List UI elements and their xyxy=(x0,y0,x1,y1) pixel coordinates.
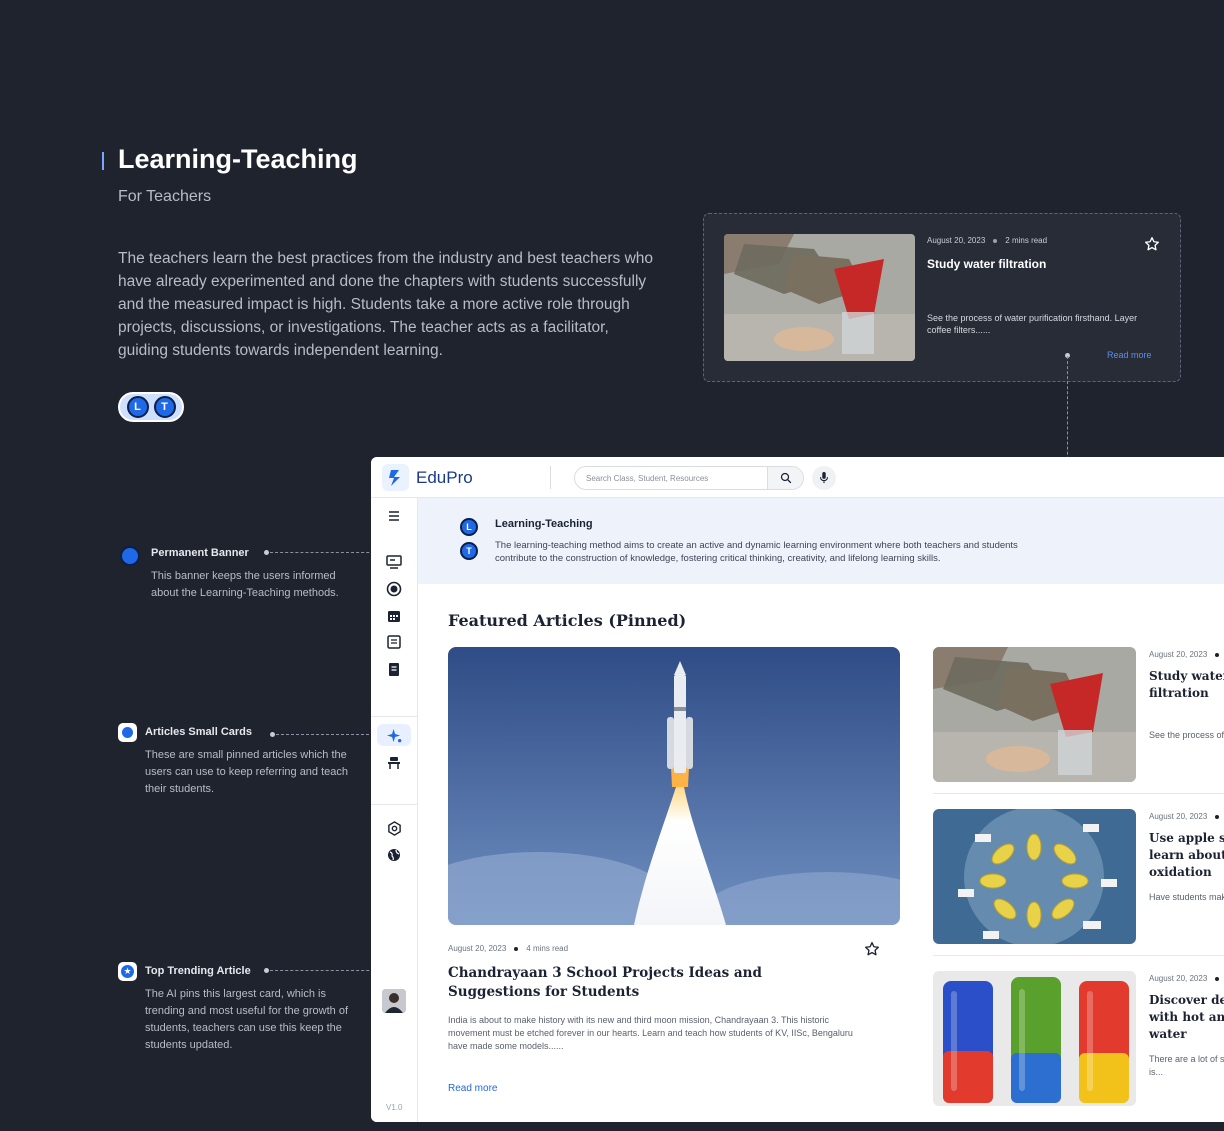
page-title: Learning-Teaching xyxy=(118,144,358,174)
annotation-text: The AI pins this largest card, which is … xyxy=(145,988,349,1051)
microphone-icon xyxy=(820,472,828,484)
article-date: August 20, 2023 xyxy=(927,236,986,245)
section-title: Featured Articles (Pinned) xyxy=(448,611,687,630)
banner-icons: L T xyxy=(460,518,478,566)
star-icon[interactable] xyxy=(1144,236,1160,252)
card-meta: August 20, 2023 xyxy=(1149,974,1224,983)
search-button[interactable] xyxy=(767,467,803,489)
sidebar: V1.0 xyxy=(371,498,418,1122)
annotation-title: Top Trending Article xyxy=(145,965,251,977)
read-more-link[interactable]: Read more xyxy=(1107,350,1152,360)
annotation-title: Articles Small Cards xyxy=(145,726,252,738)
article-excerpt: See the process of water purification fi… xyxy=(927,313,1138,335)
article-title: Study water filtration xyxy=(927,257,1047,271)
rocket-launch-image[interactable] xyxy=(448,647,900,925)
apple-slices-image xyxy=(933,809,1136,944)
card-meta: August 20, 2023 xyxy=(1149,812,1224,821)
colored-water-bottles-image xyxy=(933,971,1136,1106)
app-version: V1.0 xyxy=(386,1103,403,1112)
card-title: Discover density with hot and cold water xyxy=(1149,993,1224,1041)
card-date: August 20, 2023 xyxy=(1149,974,1208,983)
menu-icon[interactable] xyxy=(383,505,405,527)
article-card-preview[interactable]: August 20, 2023 2 mins read Study water … xyxy=(703,213,1181,382)
articles-icon xyxy=(118,723,137,742)
classroom-icon[interactable] xyxy=(383,551,405,573)
banner-title: Learning-Teaching xyxy=(495,518,593,530)
card-date: August 20, 2023 xyxy=(1149,650,1208,659)
meta-dot xyxy=(1215,976,1220,981)
hero-meta: August 20, 2023 4 mins read xyxy=(448,944,568,953)
banner-text: The learning-teaching method aims to cre… xyxy=(495,540,1018,564)
edupro-app-window: EduPro Search Class, Student, Resources … xyxy=(371,457,1224,1122)
top-bar: EduPro xyxy=(371,457,1224,498)
learning-icon: L xyxy=(126,396,149,418)
voice-search-button[interactable] xyxy=(812,466,836,490)
search-icon xyxy=(780,472,791,484)
permanent-banner: L T Learning-Teaching The learning-teach… xyxy=(418,498,1224,584)
hero-read-time: 4 mins read xyxy=(526,944,569,953)
hero-title[interactable]: Chandrayaan 3 School Projects Ideas and … xyxy=(448,964,848,1002)
card-meta: August 20, 2023 xyxy=(1149,650,1224,659)
small-article-card[interactable]: August 20, 2023 Discover density with ho… xyxy=(933,971,1224,1106)
settings-icon[interactable] xyxy=(383,817,405,839)
connector-dot xyxy=(264,550,269,555)
search-input[interactable] xyxy=(575,467,767,489)
learning-teaching-toggle[interactable]: L T xyxy=(118,392,184,422)
annotation-title: Permanent Banner xyxy=(151,547,249,559)
brand-name: EduPro xyxy=(416,468,473,487)
document-icon[interactable] xyxy=(383,658,405,680)
teaching-icon: T xyxy=(460,542,478,560)
articles-sparkle-icon[interactable] xyxy=(377,724,411,746)
meta-dot xyxy=(514,946,519,951)
connector-dot xyxy=(264,968,269,973)
star-icon[interactable] xyxy=(864,941,880,957)
small-article-card[interactable]: August 20, 2023 Study water filtration S… xyxy=(933,647,1224,782)
calendar-icon[interactable] xyxy=(383,605,405,627)
learning-teaching-icon[interactable] xyxy=(383,578,405,600)
article-meta: August 20, 2023 2 mins read xyxy=(927,236,1047,245)
star-badge-icon: ★ xyxy=(118,962,137,981)
water-filtration-image xyxy=(933,647,1136,782)
annotation-text: This banner keeps the users informed abo… xyxy=(151,570,339,599)
small-article-card[interactable]: August 20, 2023 Use apple slices to lear… xyxy=(933,809,1224,944)
title-accent-bar xyxy=(102,152,104,170)
annotation-text: These are small pinned articles which th… xyxy=(145,749,349,795)
meta-dot xyxy=(1215,814,1220,819)
globe-icon[interactable] xyxy=(383,844,405,866)
card-title: Use apple slices to learn about oxidatio… xyxy=(1149,831,1224,879)
card-excerpt: There are a lot of science experiments y… xyxy=(1149,1054,1224,1077)
meta-dot xyxy=(993,238,998,243)
card-date: August 20, 2023 xyxy=(1149,812,1208,821)
search-bar xyxy=(574,466,804,490)
hero-date: August 20, 2023 xyxy=(448,944,507,953)
user-avatar[interactable] xyxy=(382,989,406,1013)
teaching-icon: T xyxy=(153,396,176,418)
page-description: The teachers learn the best practices fr… xyxy=(118,250,654,359)
learning-icon xyxy=(120,546,140,566)
hero-excerpt: India is about to make history with its … xyxy=(448,1015,853,1051)
card-divider xyxy=(933,793,1224,794)
read-more-link[interactable]: Read more xyxy=(448,1083,497,1094)
article-read-time: 2 mins read xyxy=(1005,236,1048,245)
meta-dot xyxy=(1215,652,1220,657)
page-subtitle: For Teachers xyxy=(118,188,212,205)
sidebar-divider xyxy=(371,716,418,717)
card-title: Study water filtration xyxy=(1149,669,1224,700)
water-filtration-image xyxy=(724,234,915,361)
card-excerpt: See the process of water purification fi… xyxy=(1149,730,1224,740)
desk-icon[interactable] xyxy=(383,752,405,774)
topbar-divider xyxy=(550,466,551,489)
learning-icon: L xyxy=(460,518,478,536)
card-divider xyxy=(933,955,1224,956)
card-excerpt: Have students make observations about wh… xyxy=(1149,892,1224,902)
connector-dot xyxy=(270,732,275,737)
sidebar-divider xyxy=(371,804,418,805)
edupro-logo-icon xyxy=(382,464,409,491)
notes-icon[interactable] xyxy=(383,631,405,653)
